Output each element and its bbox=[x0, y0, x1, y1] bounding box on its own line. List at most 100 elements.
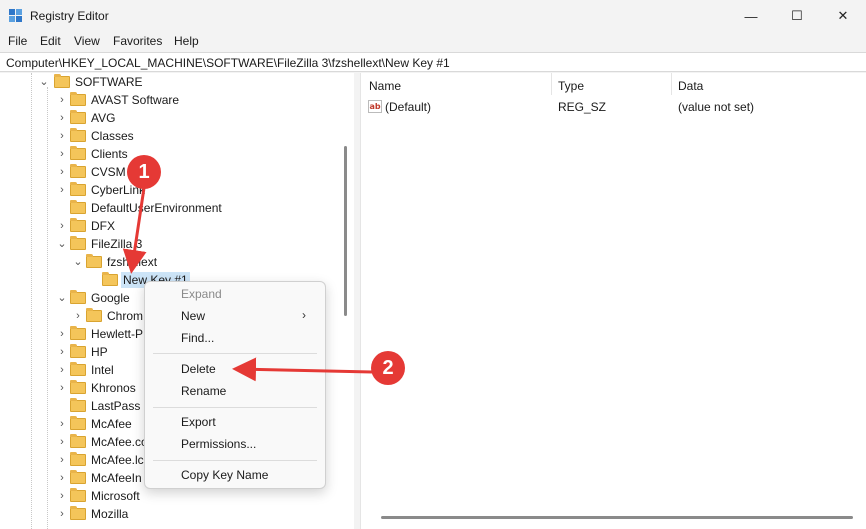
menu-item-rename[interactable]: Rename bbox=[145, 381, 325, 401]
folder-icon bbox=[70, 398, 86, 412]
chevron-right-icon[interactable]: › bbox=[56, 417, 68, 431]
chevron-right-icon[interactable]: › bbox=[56, 489, 68, 503]
chevron-right-icon[interactable]: › bbox=[56, 111, 68, 125]
tree-label: DFX bbox=[91, 219, 115, 233]
menu-item-new[interactable]: New › bbox=[145, 306, 325, 326]
menu-favorites[interactable]: Favorites bbox=[113, 34, 162, 48]
annotation-badge-2: 2 bbox=[371, 351, 405, 385]
folder-icon bbox=[70, 344, 86, 358]
menu-item-label: Rename bbox=[181, 384, 227, 398]
horizontal-scrollbar-thumb[interactable] bbox=[381, 516, 853, 519]
folder-icon bbox=[70, 164, 86, 178]
minimize-button[interactable]: — bbox=[728, 0, 774, 32]
folder-icon bbox=[70, 128, 86, 142]
tree-label: Intel bbox=[91, 363, 114, 377]
chevron-right-icon[interactable]: › bbox=[56, 471, 68, 485]
folder-icon bbox=[54, 74, 70, 88]
tree-label: McAfee.lc bbox=[91, 453, 144, 467]
tree-label: McAfee.co bbox=[91, 435, 148, 449]
tree-scrollbar[interactable] bbox=[340, 73, 354, 529]
tree-node[interactable]: › Microsoft bbox=[0, 487, 350, 505]
chevron-down-icon[interactable]: ⌄ bbox=[56, 237, 68, 251]
menu-item-label: Permissions... bbox=[181, 437, 257, 451]
folder-icon bbox=[70, 470, 86, 484]
ab-string-icon: ab bbox=[368, 100, 382, 113]
tree-label: CVSM bbox=[91, 165, 126, 179]
column-divider[interactable] bbox=[551, 73, 552, 95]
menu-item-find[interactable]: Find... bbox=[145, 328, 325, 348]
chevron-right-icon[interactable]: › bbox=[56, 147, 68, 161]
menu-separator bbox=[153, 460, 317, 461]
chevron-right-icon[interactable]: › bbox=[56, 381, 68, 395]
table-row[interactable]: ab (Default) REG_SZ (value not set) bbox=[361, 98, 866, 116]
tree-node[interactable]: › Classes bbox=[0, 127, 350, 145]
tree-label: Classes bbox=[91, 129, 134, 143]
chevron-right-icon[interactable]: › bbox=[56, 93, 68, 107]
tree-label: McAfee bbox=[91, 417, 132, 431]
folder-icon bbox=[70, 506, 86, 520]
tree-label: FileZilla 3 bbox=[91, 237, 143, 251]
values-list: Name Type Data ab (Default) REG_SZ (valu… bbox=[360, 73, 866, 529]
menu-item-permissions[interactable]: Permissions... bbox=[145, 434, 325, 454]
column-divider[interactable] bbox=[671, 73, 672, 95]
tree-node[interactable]: › DFX bbox=[0, 217, 350, 235]
menu-item-export[interactable]: Export bbox=[145, 412, 325, 432]
chevron-right-icon[interactable]: › bbox=[56, 183, 68, 197]
tree-node-software[interactable]: ⌄ SOFTWARE bbox=[0, 73, 350, 91]
maximize-button[interactable]: ☐ bbox=[774, 0, 820, 32]
column-header-type[interactable]: Type bbox=[558, 79, 584, 93]
registry-editor-icon bbox=[9, 9, 23, 23]
column-header-name[interactable]: Name bbox=[369, 79, 401, 93]
menu-separator bbox=[153, 353, 317, 354]
menu-item-label: Find... bbox=[181, 331, 215, 345]
tree-node[interactable]: › CVSM bbox=[0, 163, 350, 181]
tree-node[interactable]: › AVAST Software bbox=[0, 91, 350, 109]
column-header-data[interactable]: Data bbox=[678, 79, 703, 93]
tree-label: Chrom bbox=[107, 309, 144, 323]
tree-label: Google bbox=[91, 291, 130, 305]
close-button[interactable]: ✕ bbox=[820, 0, 866, 32]
tree-node-fzshellext[interactable]: ⌄ fzshellext bbox=[0, 253, 350, 271]
chevron-right-icon[interactable]: › bbox=[56, 507, 68, 521]
tree-scrollbar-thumb[interactable] bbox=[344, 146, 347, 316]
menu-view[interactable]: View bbox=[74, 34, 100, 48]
tree-node[interactable]: › Mozilla bbox=[0, 505, 350, 523]
menu-separator bbox=[153, 407, 317, 408]
menu-help[interactable]: Help bbox=[174, 34, 199, 48]
menu-item-delete[interactable]: Delete bbox=[145, 359, 325, 379]
address-bar[interactable]: Computer\HKEY_LOCAL_MACHINE\SOFTWARE\Fil… bbox=[0, 52, 866, 72]
tree-node-filezilla[interactable]: ⌄ FileZilla 3 bbox=[0, 235, 350, 253]
chevron-down-icon[interactable]: ⌄ bbox=[38, 75, 50, 89]
tree-label: fzshellext bbox=[107, 255, 158, 269]
chevron-right-icon[interactable]: › bbox=[56, 363, 68, 377]
chevron-right-icon: › bbox=[302, 308, 306, 322]
tree-node[interactable]: › CyberLink bbox=[0, 181, 350, 199]
address-path: Computer\HKEY_LOCAL_MACHINE\SOFTWARE\Fil… bbox=[6, 56, 450, 70]
chevron-right-icon[interactable]: › bbox=[56, 165, 68, 179]
chevron-right-icon[interactable]: › bbox=[56, 219, 68, 233]
chevron-right-icon[interactable]: › bbox=[56, 453, 68, 467]
tree-node[interactable]: DefaultUserEnvironment bbox=[0, 199, 350, 217]
menu-item-expand: Expand bbox=[145, 284, 325, 304]
menu-edit[interactable]: Edit bbox=[40, 34, 61, 48]
chevron-down-icon[interactable]: ⌄ bbox=[56, 291, 68, 305]
menu-file[interactable]: File bbox=[8, 34, 27, 48]
folder-icon bbox=[86, 254, 102, 268]
tree-label: McAfeeIn bbox=[91, 471, 142, 485]
tree-node[interactable]: › AVG bbox=[0, 109, 350, 127]
chevron-right-icon[interactable]: › bbox=[56, 345, 68, 359]
folder-icon bbox=[70, 218, 86, 232]
folder-icon bbox=[70, 200, 86, 214]
tree-label: Hewlett-P bbox=[91, 327, 144, 341]
menu-item-copy-key-name[interactable]: Copy Key Name bbox=[145, 465, 325, 485]
chevron-down-icon[interactable]: ⌄ bbox=[72, 255, 84, 269]
tree-label: AVAST Software bbox=[91, 93, 180, 107]
tree-node[interactable]: › Clients bbox=[0, 145, 350, 163]
annotation-badge-1: 1 bbox=[127, 155, 161, 189]
chevron-right-icon[interactable]: › bbox=[56, 129, 68, 143]
chevron-right-icon[interactable]: › bbox=[72, 309, 84, 323]
menu-item-label: Export bbox=[181, 415, 216, 429]
chevron-right-icon[interactable]: › bbox=[56, 327, 68, 341]
chevron-right-icon[interactable]: › bbox=[56, 435, 68, 449]
menu-bar: File Edit View Favorites Help bbox=[0, 32, 866, 51]
